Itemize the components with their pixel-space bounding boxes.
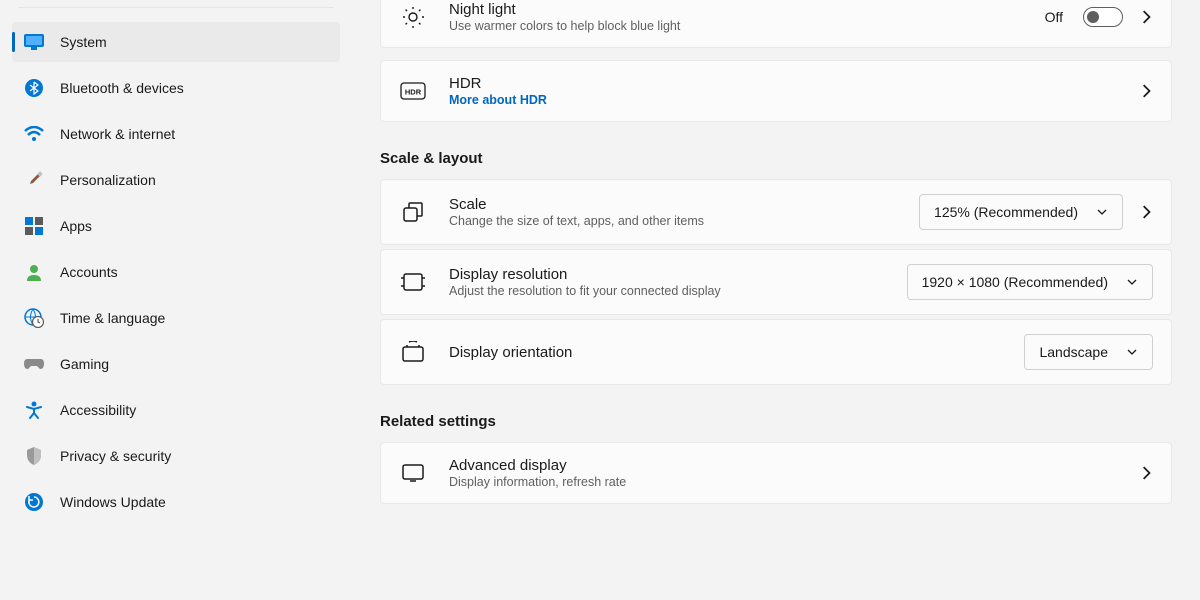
nav-label: System (60, 34, 107, 50)
card-body: Night light Use warmer colors to help bl… (449, 1, 1045, 33)
toggle-state-label: Off (1045, 9, 1063, 25)
scale-dropdown[interactable]: 125% (Recommended) (919, 194, 1123, 230)
setting-advanced-display[interactable]: Advanced display Display information, re… (380, 442, 1172, 504)
brush-icon (24, 170, 44, 190)
nav-list: System Bluetooth & devices Network & int… (12, 22, 340, 522)
orientation-icon (399, 338, 427, 366)
nav-gaming[interactable]: Gaming (12, 344, 340, 384)
nav-label: Time & language (60, 310, 165, 326)
nav-bluetooth[interactable]: Bluetooth & devices (12, 68, 340, 108)
setting-title: Display orientation (449, 344, 1024, 361)
nav-apps[interactable]: Apps (12, 206, 340, 246)
nav-label: Network & internet (60, 126, 175, 142)
search-box-bottom-edge (18, 0, 334, 8)
hdr-more-link[interactable]: More about HDR (449, 93, 1139, 107)
setting-subtitle: Display information, refresh rate (449, 475, 1139, 489)
dropdown-value: 1920 × 1080 (Recommended) (922, 274, 1108, 290)
setting-subtitle: Adjust the resolution to fit your connec… (449, 284, 907, 298)
advanced-display-icon (399, 459, 427, 487)
dropdown-value: Landscape (1039, 344, 1108, 360)
chevron-right-icon (1139, 466, 1153, 480)
setting-resolution[interactable]: Display resolution Adjust the resolution… (380, 249, 1172, 315)
card-body: Display resolution Adjust the resolution… (449, 266, 907, 298)
setting-scale[interactable]: Scale Change the size of text, apps, and… (380, 179, 1172, 245)
bluetooth-icon (24, 78, 44, 98)
nav-label: Bluetooth & devices (60, 80, 184, 96)
person-icon (24, 262, 44, 282)
setting-orientation[interactable]: Display orientation Landscape (380, 319, 1172, 385)
hdr-icon: HDR (399, 77, 427, 105)
resolution-dropdown[interactable]: 1920 × 1080 (Recommended) (907, 264, 1153, 300)
apps-icon (24, 216, 44, 236)
nav-personalization[interactable]: Personalization (12, 160, 340, 200)
setting-title: Scale (449, 196, 919, 213)
card-controls (1139, 466, 1153, 480)
setting-subtitle: Use warmer colors to help block blue lig… (449, 19, 1045, 33)
sidebar: System Bluetooth & devices Network & int… (0, 0, 352, 600)
main-content: Night light Use warmer colors to help bl… (352, 0, 1200, 600)
card-controls: Landscape (1024, 334, 1153, 370)
card-controls: Off (1045, 7, 1153, 27)
setting-title: HDR (449, 75, 1139, 92)
card-controls: 1920 × 1080 (Recommended) (907, 264, 1153, 300)
setting-subtitle: Change the size of text, apps, and other… (449, 214, 919, 228)
nav-label: Personalization (60, 172, 156, 188)
card-body: Advanced display Display information, re… (449, 457, 1139, 489)
chevron-down-icon (1096, 206, 1108, 218)
nav-windows-update[interactable]: Windows Update (12, 482, 340, 522)
nav-label: Apps (60, 218, 92, 234)
chevron-down-icon (1126, 346, 1138, 358)
card-controls (1139, 84, 1153, 98)
nav-accounts[interactable]: Accounts (12, 252, 340, 292)
chevron-right-icon (1139, 84, 1153, 98)
nav-time-language[interactable]: Time & language (12, 298, 340, 338)
globe-clock-icon (24, 308, 44, 328)
dropdown-value: 125% (Recommended) (934, 204, 1078, 220)
nav-label: Windows Update (60, 494, 166, 510)
resolution-icon (399, 268, 427, 296)
chevron-right-icon (1139, 10, 1153, 24)
night-light-toggle[interactable] (1083, 7, 1123, 27)
section-header-related: Related settings (380, 413, 1172, 430)
nav-accessibility[interactable]: Accessibility (12, 390, 340, 430)
setting-night-light[interactable]: Night light Use warmer colors to help bl… (380, 0, 1172, 48)
chevron-down-icon (1126, 276, 1138, 288)
update-icon (24, 492, 44, 512)
night-light-icon (399, 3, 427, 31)
card-body: Display orientation (449, 344, 1024, 361)
setting-hdr[interactable]: HDR HDR More about HDR (380, 60, 1172, 122)
wifi-icon (24, 124, 44, 144)
card-controls: 125% (Recommended) (919, 194, 1153, 230)
chevron-right-icon (1139, 205, 1153, 219)
nav-label: Accounts (60, 264, 118, 280)
shield-icon (24, 446, 44, 466)
accessibility-icon (24, 400, 44, 420)
setting-title: Advanced display (449, 457, 1139, 474)
nav-label: Gaming (60, 356, 109, 372)
svg-text:HDR: HDR (405, 88, 422, 97)
scale-icon (399, 198, 427, 226)
nav-privacy[interactable]: Privacy & security (12, 436, 340, 476)
monitor-icon (24, 32, 44, 52)
nav-system[interactable]: System (12, 22, 340, 62)
section-header-scale: Scale & layout (380, 150, 1172, 167)
nav-label: Accessibility (60, 402, 136, 418)
nav-label: Privacy & security (60, 448, 171, 464)
setting-title: Display resolution (449, 266, 907, 283)
gamepad-icon (24, 354, 44, 374)
card-body: Scale Change the size of text, apps, and… (449, 196, 919, 228)
nav-network[interactable]: Network & internet (12, 114, 340, 154)
setting-title: Night light (449, 1, 1045, 18)
card-body: HDR More about HDR (449, 75, 1139, 107)
orientation-dropdown[interactable]: Landscape (1024, 334, 1153, 370)
